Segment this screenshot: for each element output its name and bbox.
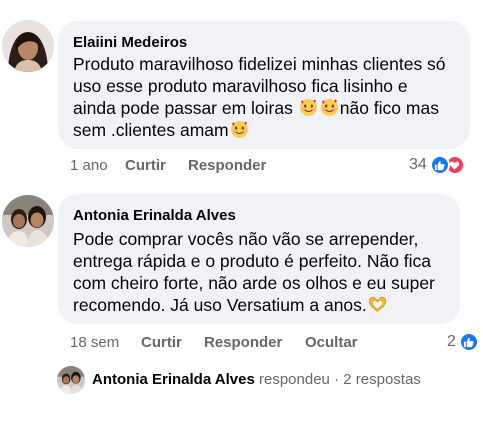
hide-button[interactable]: Ocultar <box>305 334 358 351</box>
reaction-summary[interactable]: 2 <box>447 332 479 352</box>
reply-author: Antonia Erinalda Alves <box>92 371 255 388</box>
reaction-summary[interactable]: 34 <box>409 155 465 175</box>
reply-button[interactable]: Responder <box>188 157 266 174</box>
avatar[interactable] <box>2 195 54 247</box>
comment-author[interactable]: Elaiini Medeiros <box>73 34 187 51</box>
reply-avatar[interactable] <box>57 366 85 394</box>
reaction-count: 2 <box>447 333 456 350</box>
reply-button[interactable]: Responder <box>204 334 282 351</box>
comment-author[interactable]: Antonia Erinalda Alves <box>73 207 236 224</box>
like-button[interactable]: Curtir <box>125 157 166 174</box>
separator: · <box>334 371 340 388</box>
comment-actions: 1 ano Curtir Responder <box>70 157 330 177</box>
comment-text: Pode comprar vocês não vão se arrepender… <box>73 229 435 315</box>
comment-timestamp[interactable]: 18 sem <box>70 334 119 351</box>
like-icon <box>458 332 479 352</box>
avatar[interactable] <box>2 20 54 72</box>
comment-bubble: Elaiini Medeiros Produto maravilhoso fid… <box>58 21 470 149</box>
like-icon <box>429 155 450 175</box>
reply-count: 2 respostas <box>343 371 421 388</box>
like-button[interactable]: Curtir <box>141 334 182 351</box>
smiling-face-with-hearts-icon <box>320 98 338 117</box>
heart-hands-icon <box>368 296 386 312</box>
comment-timestamp[interactable]: 1 ano <box>70 157 108 174</box>
reply-action: respondeu <box>259 371 330 388</box>
comment-text: Produto maravilhoso fidelizei minhas cli… <box>73 54 446 140</box>
reaction-count: 34 <box>409 156 427 173</box>
comment-actions: 18 sem Curtir Responder Ocultar <box>70 334 390 354</box>
smiling-face-with-hearts-icon <box>299 98 317 117</box>
comment-bubble: Antonia Erinalda Alves Pode comprar você… <box>58 194 460 324</box>
view-replies-link[interactable]: Antonia Erinalda Alves respondeu · 2 res… <box>92 371 421 388</box>
smiling-face-with-hearts-icon <box>230 120 248 139</box>
